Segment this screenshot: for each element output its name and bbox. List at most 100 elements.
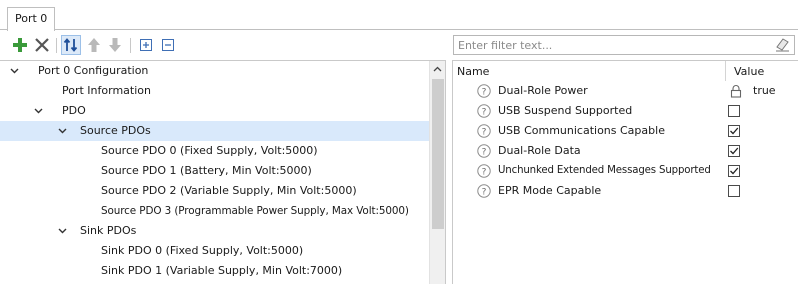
help-icon: ? — [477, 104, 491, 118]
checkbox-checked[interactable] — [728, 125, 740, 137]
tab-port-0[interactable]: Port 0 — [7, 7, 55, 31]
property-name: Unchunked Extended Messages Supported — [498, 165, 711, 176]
expand-all-icon — [140, 39, 152, 51]
tree-item-label: PDO — [62, 104, 86, 117]
add-button[interactable] — [10, 35, 30, 55]
svg-text:?: ? — [482, 148, 487, 158]
main-area: Port 0 Configuration Port Information PD… — [0, 31, 798, 284]
chevron-down-icon[interactable] — [33, 101, 43, 121]
checkbox-checked[interactable] — [728, 145, 740, 157]
tree-item-label: Sink PDO 0 (Fixed Supply, Volt:5000) — [101, 244, 304, 257]
property-name: USB Communications Capable — [498, 124, 665, 137]
move-up-button[interactable] — [84, 35, 104, 55]
sort-icon — [63, 38, 78, 52]
tree-item-source-pdo-2[interactable]: Source PDO 2 (Variable Supply, Min Volt:… — [0, 181, 429, 201]
tree-item-port-0-configuration[interactable]: Port 0 Configuration — [0, 61, 429, 81]
toolbar-separator — [130, 38, 131, 53]
lock-icon — [730, 85, 742, 98]
tab-strip: Port 0 — [0, 0, 798, 31]
toolbar — [10, 35, 440, 57]
help-icon: ? — [477, 124, 491, 138]
svg-text:?: ? — [482, 168, 487, 178]
column-header-name[interactable]: Name — [457, 65, 489, 78]
move-down-button[interactable] — [105, 35, 125, 55]
tree-item-label: Source PDO 1 (Battery, Min Volt:5000) — [101, 164, 312, 177]
tree-item-source-pdo-0[interactable]: Source PDO 0 (Fixed Supply, Volt:5000) — [0, 141, 429, 161]
tree-item-sink-pdo-1[interactable]: Sink PDO 1 (Variable Supply, Min Volt:70… — [0, 261, 429, 281]
checkbox-checked[interactable] — [728, 165, 740, 177]
property-name: Dual-Role Power — [498, 84, 588, 97]
tree-item-label: Source PDO 3 (Programmable Power Supply,… — [101, 205, 409, 217]
help-icon: ? — [477, 184, 491, 198]
property-row-epr-mode-capable[interactable]: ? EPR Mode Capable — [453, 181, 798, 201]
svg-text:?: ? — [482, 188, 487, 198]
tree-panel: Port 0 Configuration Port Information PD… — [0, 60, 446, 284]
property-value — [726, 121, 798, 141]
collapse-all-button[interactable] — [158, 35, 178, 55]
tree-item-label: Source PDO 0 (Fixed Supply, Volt:5000) — [101, 144, 318, 157]
eraser-icon — [776, 38, 789, 52]
property-value — [726, 181, 798, 201]
delete-button[interactable] — [32, 35, 52, 55]
checkmark-icon — [730, 147, 739, 155]
expand-all-button[interactable] — [136, 35, 156, 55]
tree-item-label: Source PDO 2 (Variable Supply, Min Volt:… — [101, 184, 357, 197]
filter-input[interactable] — [454, 36, 764, 54]
collapse-all-icon — [162, 39, 174, 51]
help-icon: ? — [477, 164, 491, 178]
property-value — [726, 101, 798, 121]
tree-item-source-pdo-3[interactable]: Source PDO 3 (Programmable Power Supply,… — [0, 201, 429, 221]
property-row-unchunked-extended-messages-supported[interactable]: ? Unchunked Extended Messages Supported — [453, 161, 798, 181]
plus-icon — [13, 38, 27, 52]
tree-item-label: Sink PDOs — [80, 224, 137, 237]
tab-label: Port 0 — [15, 12, 48, 25]
property-name: EPR Mode Capable — [498, 184, 602, 197]
scrollbar-thumb[interactable] — [432, 79, 444, 229]
svg-text:?: ? — [482, 88, 487, 98]
tree-item-sink-pdo-0[interactable]: Sink PDO 0 (Fixed Supply, Volt:5000) — [0, 241, 429, 261]
property-grid: Name Value ? Dual-Role Power true ? USB … — [452, 60, 798, 284]
tree-item-label: Source PDOs — [80, 124, 151, 137]
sort-button[interactable] — [61, 35, 81, 55]
tree-item-label: Sink PDO 1 (Variable Supply, Min Volt:70… — [101, 264, 343, 277]
property-row-usb-communications-capable[interactable]: ? USB Communications Capable — [453, 121, 798, 141]
column-header-value[interactable]: Value — [734, 65, 764, 78]
help-icon: ? — [477, 144, 491, 158]
scroll-up-icon[interactable] — [433, 66, 442, 72]
property-row-dual-role-data[interactable]: ? Dual-Role Data — [453, 141, 798, 161]
x-icon — [35, 38, 49, 52]
arrow-up-icon — [88, 38, 100, 52]
arrow-down-icon — [109, 38, 121, 52]
clear-filter-button[interactable] — [773, 37, 791, 53]
property-row-usb-suspend-supported[interactable]: ? USB Suspend Supported — [453, 101, 798, 121]
chevron-down-icon[interactable] — [57, 221, 67, 241]
chevron-down-icon[interactable] — [57, 121, 67, 141]
tree-item-label: Port Information — [62, 84, 151, 97]
chevron-down-icon[interactable] — [9, 61, 19, 81]
tree-item-pdo[interactable]: PDO — [0, 101, 429, 121]
help-icon: ? — [477, 84, 491, 98]
tree-item-source-pdo-1[interactable]: Source PDO 1 (Battery, Min Volt:5000) — [0, 161, 429, 181]
property-name: Dual-Role Data — [498, 144, 581, 157]
svg-text:?: ? — [482, 108, 487, 118]
grid-header: Name Value — [453, 61, 798, 81]
property-row-dual-role-power[interactable]: ? Dual-Role Power true — [453, 81, 798, 101]
property-value — [726, 161, 798, 181]
property-value-text: true — [753, 84, 776, 97]
tree-item-source-pdos[interactable]: Source PDOs — [0, 121, 429, 141]
properties-panel: Name Value ? Dual-Role Power true — [452, 31, 798, 284]
checkbox-unchecked[interactable] — [728, 185, 740, 197]
tree-item-label: Port 0 Configuration — [38, 64, 149, 77]
property-value — [726, 141, 798, 161]
toolbar-separator — [56, 38, 57, 53]
checkmark-icon — [730, 127, 739, 135]
tree-item-sink-pdos[interactable]: Sink PDOs — [0, 221, 429, 241]
svg-text:?: ? — [482, 128, 487, 138]
tree-scrollbar[interactable] — [429, 61, 445, 284]
checkbox-unchecked[interactable] — [728, 105, 740, 117]
column-divider[interactable] — [725, 61, 726, 81]
property-name: USB Suspend Supported — [498, 104, 633, 117]
property-value[interactable]: true — [726, 81, 798, 101]
tree-item-port-information[interactable]: Port Information — [0, 81, 429, 101]
checkmark-icon — [730, 167, 739, 175]
